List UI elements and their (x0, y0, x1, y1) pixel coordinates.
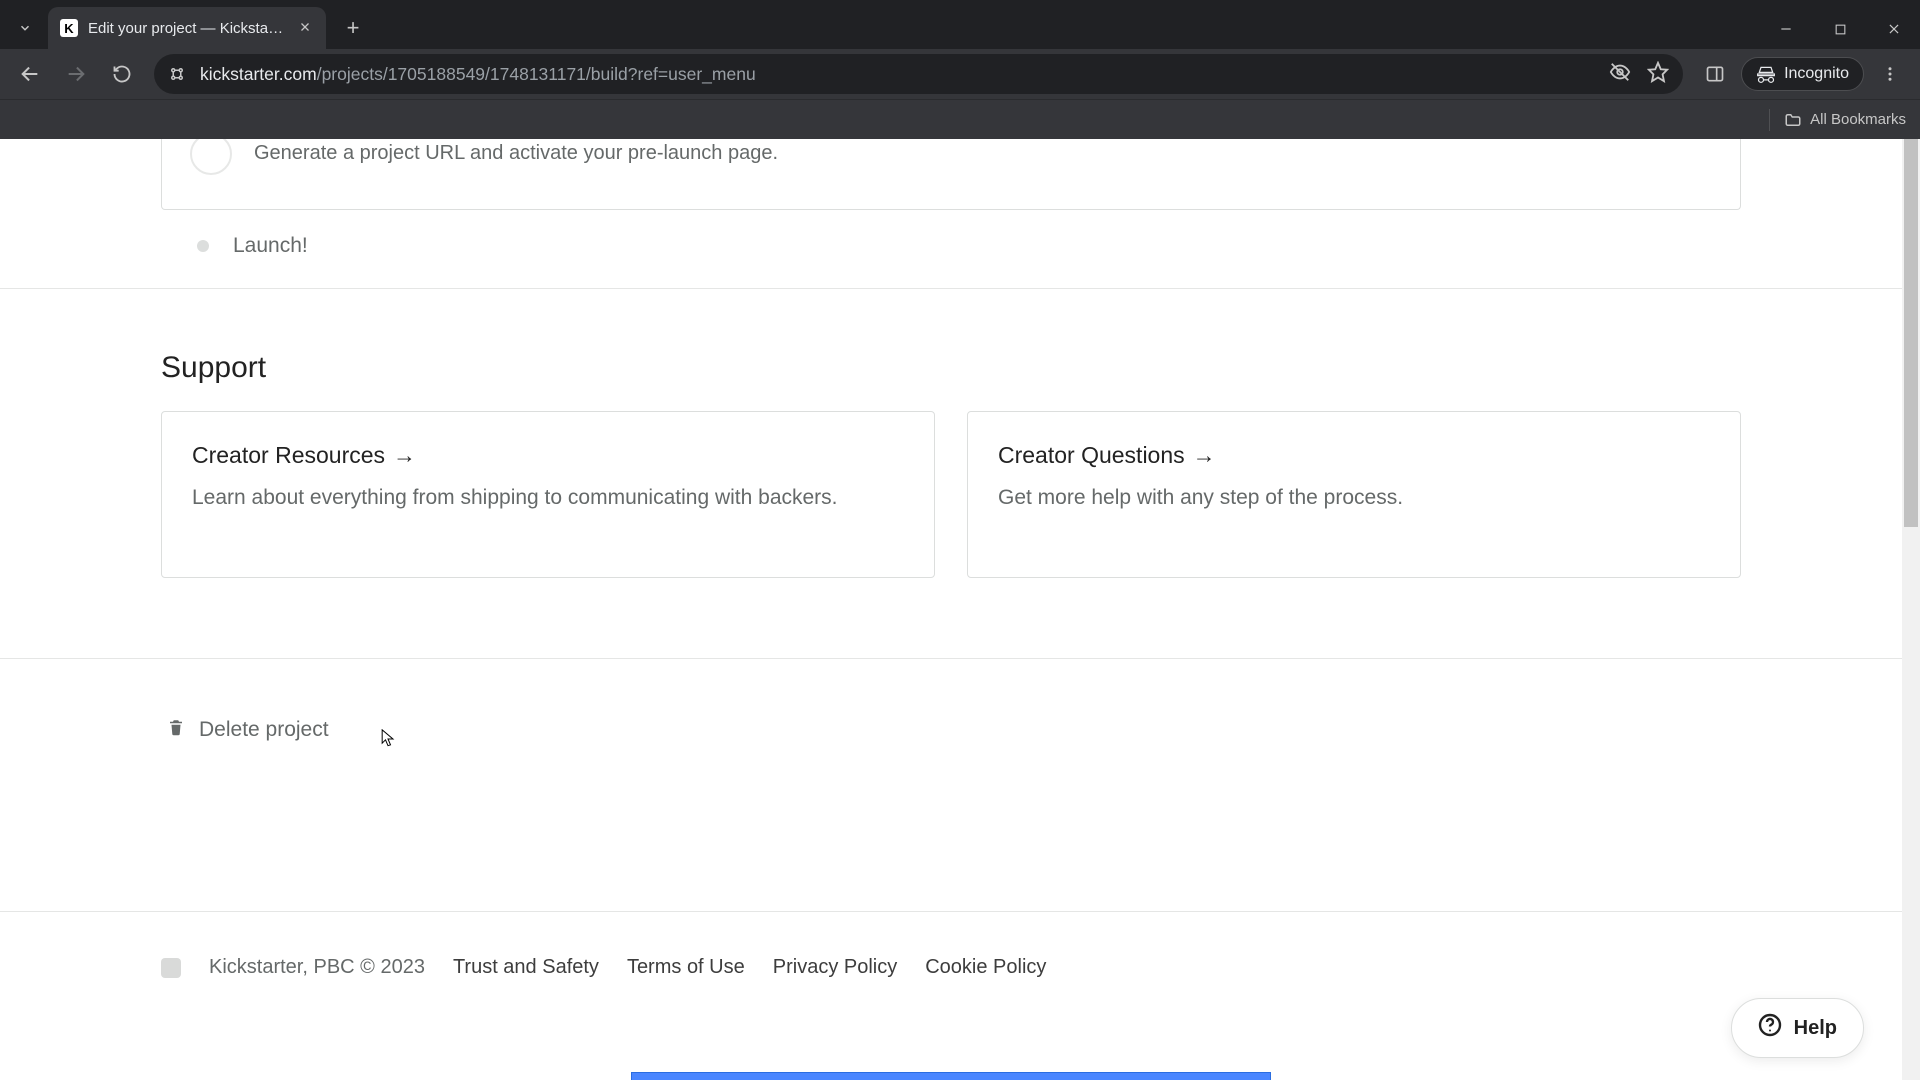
tab-favicon: K (60, 19, 78, 37)
checklist-step-description: Generate a project URL and activate your… (254, 142, 778, 165)
new-tab-button[interactable]: + (336, 11, 370, 45)
site-info-icon[interactable] (168, 65, 186, 83)
section-divider (0, 288, 1911, 289)
side-panel-button[interactable] (1695, 54, 1735, 94)
all-bookmarks-label: All Bookmarks (1810, 111, 1906, 128)
browser-toolbar: kickstarter.com/projects/1705188549/1748… (0, 49, 1920, 99)
bookmark-star-icon[interactable] (1647, 61, 1669, 88)
incognito-label: Incognito (1784, 65, 1849, 83)
window-controls (1760, 9, 1920, 49)
card-title: Creator Resources (192, 442, 385, 469)
tab-search-button[interactable] (8, 11, 42, 45)
incognito-indicator[interactable]: Incognito (1741, 57, 1864, 91)
kickstarter-logo-icon (161, 958, 181, 978)
footer-link-trust[interactable]: Trust and Safety (453, 956, 599, 979)
checklist-step-circle (190, 139, 232, 175)
browser-tabstrip: K Edit your project — Kickstarter + (0, 0, 1920, 49)
creator-questions-card[interactable]: Creator Questions → Get more help with a… (967, 411, 1741, 578)
card-description: Get more help with any step of the proce… (998, 483, 1710, 513)
help-widget-button[interactable]: Help (1731, 998, 1864, 1058)
creator-resources-card[interactable]: Creator Resources → Learn about everythi… (161, 411, 935, 578)
support-heading: Support (161, 351, 1741, 385)
footer-link-terms[interactable]: Terms of Use (627, 956, 745, 979)
arrow-right-icon: → (393, 442, 416, 469)
footer-link-cookie[interactable]: Cookie Policy (925, 956, 1046, 979)
mouse-cursor (381, 729, 395, 749)
bottom-banner-sliver (631, 1072, 1271, 1080)
browser-menu-button[interactable] (1870, 54, 1910, 94)
window-maximize-button[interactable] (1814, 11, 1866, 47)
trash-icon (167, 717, 185, 743)
delete-project-label: Delete project (199, 718, 329, 742)
card-title: Creator Questions (998, 442, 1185, 469)
address-bar[interactable]: kickstarter.com/projects/1705188549/1748… (154, 54, 1683, 94)
nav-forward-button[interactable] (56, 54, 96, 94)
checklist-card-partial[interactable]: Generate a project URL and activate your… (161, 139, 1741, 210)
checklist-step-label: Launch! (233, 234, 308, 258)
vertical-scrollbar-thumb[interactable] (1904, 139, 1918, 527)
help-icon (1758, 1013, 1782, 1043)
help-label: Help (1794, 1017, 1837, 1040)
bookmarks-bar: All Bookmarks (0, 99, 1920, 139)
footer-link-privacy[interactable]: Privacy Policy (773, 956, 897, 979)
nav-reload-button[interactable] (102, 54, 142, 94)
footer-divider (0, 911, 1911, 912)
tab-close-button[interactable] (296, 20, 314, 37)
footer-copyright: Kickstarter, PBC © 2023 (209, 956, 425, 979)
card-description: Learn about everything from shipping to … (192, 483, 904, 513)
url-text: kickstarter.com/projects/1705188549/1748… (200, 64, 1595, 85)
section-divider (0, 658, 1911, 659)
tab-title: Edit your project — Kickstarter (88, 20, 286, 37)
support-cards-row: Creator Resources → Learn about everythi… (161, 411, 1741, 578)
window-minimize-button[interactable] (1760, 11, 1812, 47)
checklist-step-launch[interactable]: Launch! (161, 210, 1741, 288)
window-close-button[interactable] (1868, 11, 1920, 47)
bookmarks-divider (1769, 109, 1770, 131)
page-viewport: Generate a project URL and activate your… (0, 139, 1920, 1080)
eye-off-icon[interactable] (1609, 61, 1631, 88)
delete-project-button[interactable]: Delete project (161, 717, 1741, 743)
all-bookmarks-button[interactable]: All Bookmarks (1784, 111, 1906, 129)
browser-tab-active[interactable]: K Edit your project — Kickstarter (48, 7, 326, 49)
page-footer: Kickstarter, PBC © 2023 Trust and Safety… (161, 912, 1741, 979)
nav-back-button[interactable] (10, 54, 50, 94)
arrow-right-icon: → (1193, 442, 1216, 469)
step-dot-icon (197, 240, 209, 252)
